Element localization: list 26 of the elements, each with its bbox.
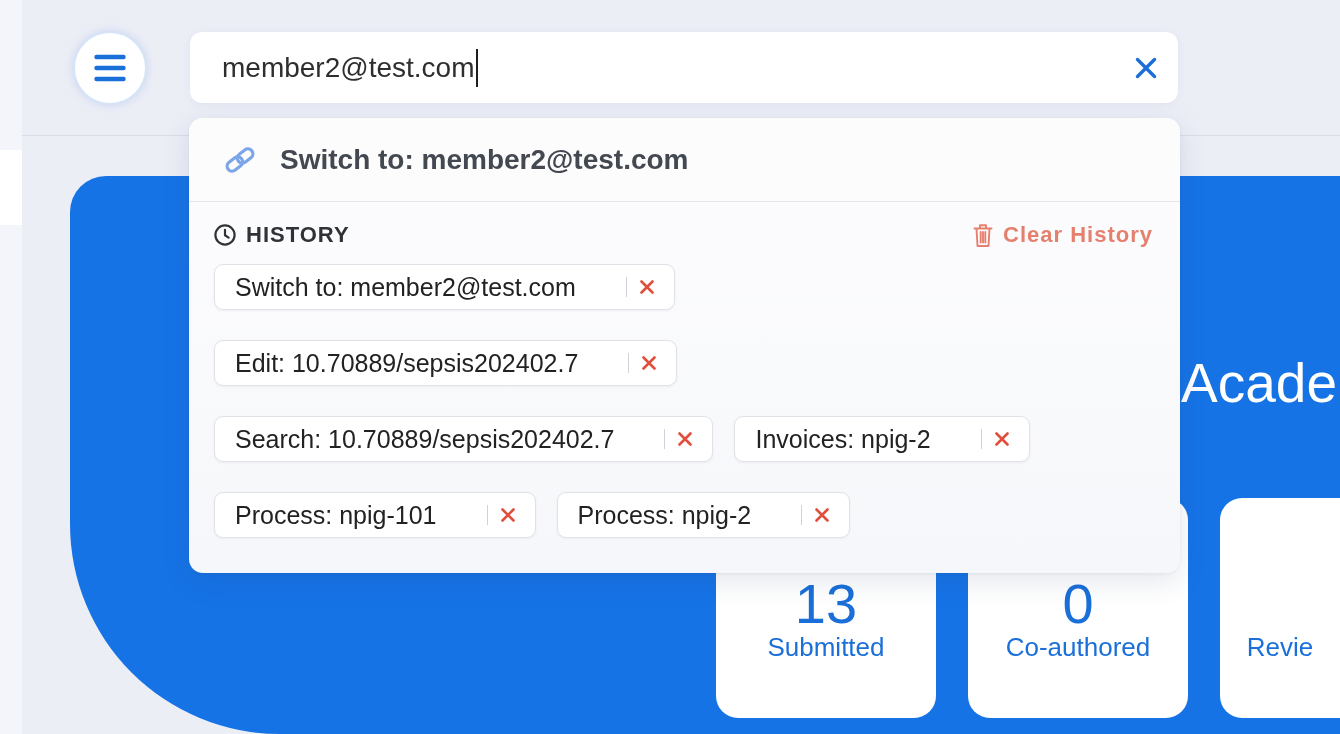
history-chip[interactable]: Process: npig-2: [556, 492, 851, 538]
history-chip[interactable]: Search: 10.70889/sepsis202402.7: [214, 416, 714, 462]
close-icon[interactable]: [639, 280, 654, 294]
trash-icon: [973, 222, 994, 248]
history-chip[interactable]: Edit: 10.70889/sepsis202402.7: [214, 340, 678, 386]
history-chip[interactable]: Switch to: member2@test.com: [214, 264, 675, 310]
close-icon[interactable]: [994, 432, 1009, 446]
menu-icon: [94, 53, 126, 82]
history-heading: HISTORY: [246, 222, 350, 248]
stat-value: 0: [1062, 576, 1094, 632]
search-field[interactable]: member2@test.com: [190, 32, 1178, 103]
menu-button[interactable]: [73, 30, 147, 105]
close-icon[interactable]: [500, 508, 515, 522]
suggestion-item[interactable]: Switch to: member2@test.com: [189, 118, 1180, 202]
close-icon[interactable]: [642, 356, 657, 370]
hero-title: Acade: [1181, 356, 1337, 411]
history-chip[interactable]: Invoices: npig-2: [734, 416, 1030, 462]
stat-label: Revie: [1246, 632, 1314, 662]
stat-value: 13: [794, 576, 858, 632]
close-icon[interactable]: [815, 508, 830, 522]
stat-label: Co-authored: [1005, 632, 1151, 662]
history-chip[interactable]: Process: npig-101: [214, 492, 536, 538]
stat-label: Submitted: [767, 632, 885, 662]
clock-icon: [214, 224, 236, 246]
close-icon[interactable]: [1135, 56, 1157, 79]
close-icon[interactable]: [678, 432, 693, 446]
